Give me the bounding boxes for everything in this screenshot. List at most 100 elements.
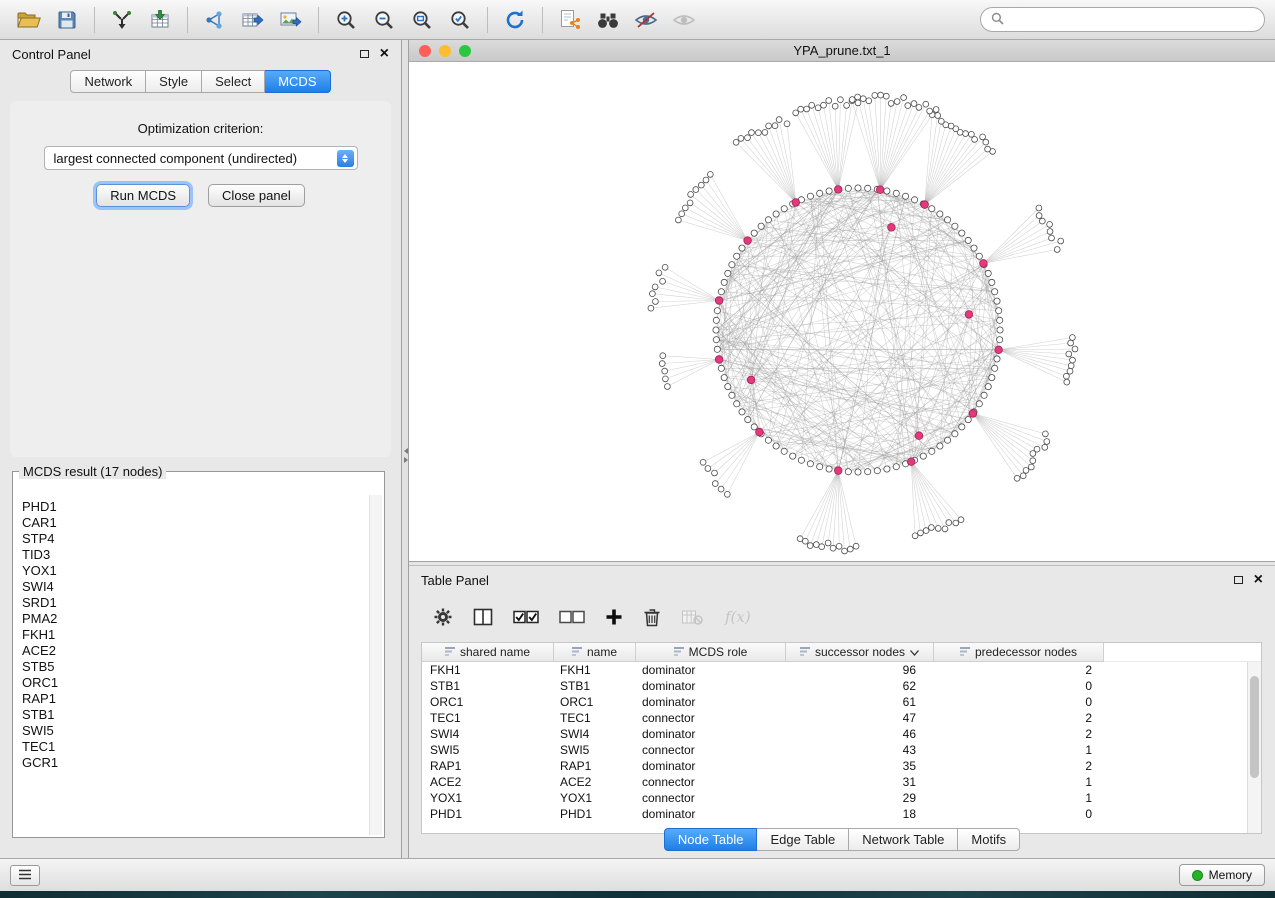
network-canvas[interactable] [409,62,1275,561]
table-row[interactable]: YOX1YOX1connector291 [422,790,1247,806]
memory-button[interactable]: Memory [1179,864,1265,886]
table-row[interactable]: ACE2ACE2connector311 [422,774,1247,790]
memory-button-label: Memory [1209,868,1252,882]
table-row[interactable]: SWI5SWI5connector431 [422,742,1247,758]
export-table-icon[interactable] [234,4,272,36]
tab-mcds[interactable]: MCDS [265,70,330,93]
table-cell: connector [636,791,786,805]
tab-motifs[interactable]: Motifs [958,828,1020,851]
criterion-select[interactable]: largest connected component (undirected) [44,146,358,170]
table-cell: 61 [786,695,934,709]
table-row[interactable]: STB1STB1dominator620 [422,678,1247,694]
float-panel-icon[interactable] [360,50,369,58]
mcds-node-item[interactable]: CAR1 [22,515,360,531]
mcds-node-item[interactable]: RAP1 [22,691,360,707]
open-icon[interactable] [10,4,48,36]
column-header-MCDS-role[interactable]: MCDS role [636,643,786,662]
mcds-node-item[interactable]: STP4 [22,531,360,547]
close-window-button[interactable] [419,45,431,57]
mcds-node-item[interactable]: FKH1 [22,627,360,643]
tab-style[interactable]: Style [146,70,202,93]
table-row[interactable]: RAP1RAP1dominator352 [422,758,1247,774]
float-table-panel-icon[interactable] [1234,576,1243,584]
task-list-button[interactable] [10,865,40,886]
table-cell: FKH1 [554,663,636,677]
tab-network-table[interactable]: Network Table [849,828,958,851]
mcds-node-item[interactable]: STB5 [22,659,360,675]
maximize-window-button[interactable] [459,45,471,57]
hide-details-icon[interactable] [627,4,665,36]
table-cell: 31 [786,775,934,789]
binoculars-icon[interactable] [589,4,627,36]
refresh-icon[interactable] [496,4,534,36]
zoom-out-icon[interactable] [365,4,403,36]
add-row-icon[interactable] [605,608,623,626]
memory-status-icon [1192,870,1203,881]
tab-select[interactable]: Select [202,70,265,93]
vertical-splitter[interactable] [402,40,409,858]
sort-icon [800,645,810,659]
search-box[interactable] [980,7,1265,32]
table-row[interactable]: TEC1TEC1connector472 [422,710,1247,726]
sort-icon [960,645,970,659]
zoom-selected-icon[interactable] [441,4,479,36]
export-network-icon[interactable] [196,4,234,36]
settings-icon[interactable] [433,607,453,627]
save-icon[interactable] [48,4,86,36]
mcds-node-item[interactable]: YOX1 [22,563,360,579]
function-icon[interactable]: f(x) [723,607,755,627]
zoom-in-icon[interactable] [327,4,365,36]
deselect-all-icon[interactable] [559,609,585,625]
table-panel-tabs: Node TableEdge TableNetwork TableMotifs [409,828,1275,851]
close-table-panel-icon[interactable]: × [1254,572,1263,588]
mcds-node-item[interactable]: GCR1 [22,755,360,771]
delete-row-icon[interactable] [643,607,661,627]
table-cell: SWI5 [554,743,636,757]
splitter-handle-icon[interactable] [402,448,409,463]
table-cell: dominator [636,679,786,693]
table-cell: RAP1 [422,759,554,773]
table-scrollbar-thumb[interactable] [1250,676,1259,778]
mcds-list-scrollbar[interactable] [369,495,382,835]
run-mcds-button[interactable]: Run MCDS [96,184,190,207]
mcds-node-item[interactable]: PMA2 [22,611,360,627]
mcds-node-item[interactable]: ACE2 [22,643,360,659]
table-row[interactable]: SWI4SWI4dominator462 [422,726,1247,742]
tab-edge-table[interactable]: Edge Table [757,828,849,851]
select-all-icon[interactable] [513,609,539,625]
zoom-fit-icon[interactable] [403,4,441,36]
mcds-node-item[interactable]: PHD1 [22,499,360,515]
column-header-name[interactable]: name [554,643,636,662]
mcds-node-item[interactable]: STB1 [22,707,360,723]
network-window-titlebar[interactable]: YPA_prune.txt_1 [409,40,1275,62]
mcds-node-item[interactable]: SRD1 [22,595,360,611]
table-row[interactable]: ORC1ORC1dominator610 [422,694,1247,710]
show-details-icon[interactable] [665,4,703,36]
network-window-title: YPA_prune.txt_1 [793,43,890,58]
export-image-icon[interactable] [272,4,310,36]
mcds-node-item[interactable]: TID3 [22,547,360,563]
split-panel-icon[interactable] [473,608,493,626]
table-scrollbar[interactable] [1247,662,1261,833]
column-header-successor-nodes[interactable]: successor nodes [786,643,934,662]
close-panel-button[interactable]: Close panel [208,184,305,207]
table-cell: 1 [934,775,1104,789]
minimize-window-button[interactable] [439,45,451,57]
table-row[interactable]: PHD1PHD1dominator180 [422,806,1247,822]
import-table-icon[interactable] [141,4,179,36]
mcds-node-item[interactable]: ORC1 [22,675,360,691]
column-header-shared-name[interactable]: shared name [422,643,554,662]
hide-column-icon[interactable] [681,608,703,626]
tab-node-table[interactable]: Node Table [664,828,758,851]
mcds-node-item[interactable]: SWI5 [22,723,360,739]
optimization-criterion-label: Optimization criterion: [10,101,391,136]
table-row[interactable]: FKH1FKH1dominator962 [422,662,1247,678]
column-header-predecessor-nodes[interactable]: predecessor nodes [934,643,1104,662]
mcds-node-item[interactable]: SWI4 [22,579,360,595]
share-document-icon[interactable] [551,4,589,36]
close-panel-icon[interactable]: × [380,46,389,62]
import-network-icon[interactable] [103,4,141,36]
tab-network[interactable]: Network [70,70,146,93]
mcds-node-item[interactable]: TEC1 [22,739,360,755]
search-input[interactable] [1010,12,1254,27]
